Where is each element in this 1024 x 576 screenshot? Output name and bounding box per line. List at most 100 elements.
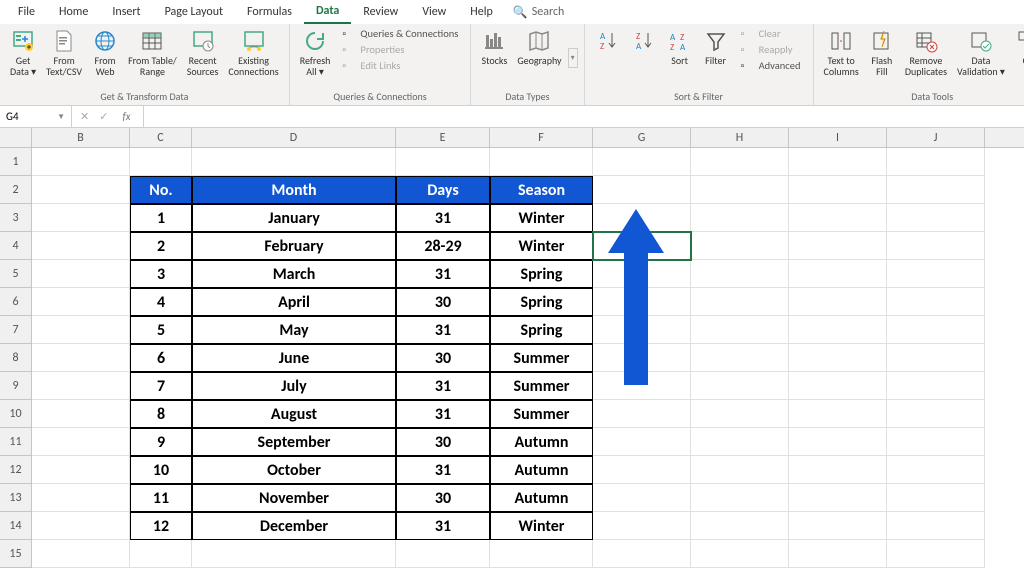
stocks-button[interactable]: Stocks bbox=[477, 26, 511, 68]
cell-J11[interactable] bbox=[887, 428, 985, 456]
cell-H8[interactable] bbox=[691, 344, 789, 372]
cell-J10[interactable] bbox=[887, 400, 985, 428]
table-cell[interactable]: January bbox=[192, 204, 396, 232]
from-web-button[interactable]: From Web bbox=[88, 26, 122, 79]
table-cell[interactable]: March bbox=[192, 260, 396, 288]
table-cell[interactable]: 31 bbox=[396, 204, 490, 232]
geography-button[interactable]: Geography bbox=[513, 26, 565, 68]
cell-B11[interactable] bbox=[32, 428, 130, 456]
menu-formulas[interactable]: Formulas bbox=[235, 1, 304, 23]
cell-H5[interactable] bbox=[691, 260, 789, 288]
table-cell[interactable]: 28-29 bbox=[396, 232, 490, 260]
cell-B13[interactable] bbox=[32, 484, 130, 512]
table-cell[interactable]: 10 bbox=[130, 456, 192, 484]
cell-C15[interactable] bbox=[130, 540, 192, 568]
table-header-season[interactable]: Season bbox=[490, 176, 593, 204]
table-cell[interactable]: October bbox=[192, 456, 396, 484]
table-cell[interactable]: 30 bbox=[396, 344, 490, 372]
cell-I9[interactable] bbox=[789, 372, 887, 400]
cell-G14[interactable] bbox=[593, 512, 691, 540]
menu-file[interactable]: File bbox=[6, 1, 47, 23]
table-cell[interactable]: June bbox=[192, 344, 396, 372]
table-cell[interactable]: 31 bbox=[396, 400, 490, 428]
from-table-range-button[interactable]: From Table/ Range bbox=[124, 26, 181, 79]
cell-J6[interactable] bbox=[887, 288, 985, 316]
table-cell[interactable]: 3 bbox=[130, 260, 192, 288]
cell-B12[interactable] bbox=[32, 456, 130, 484]
table-cell[interactable]: 7 bbox=[130, 372, 192, 400]
menu-page-layout[interactable]: Page Layout bbox=[153, 1, 235, 23]
row-header-6[interactable]: 6 bbox=[0, 288, 32, 316]
cell-J4[interactable] bbox=[887, 232, 985, 260]
cell-H4[interactable] bbox=[691, 232, 789, 260]
cell-B2[interactable] bbox=[32, 176, 130, 204]
table-cell[interactable]: Winter bbox=[490, 512, 593, 540]
row-header-9[interactable]: 9 bbox=[0, 372, 32, 400]
flash-fill-button[interactable]: Flash Fill bbox=[865, 26, 899, 79]
from-text-csv-button[interactable]: From Text/CSV bbox=[42, 26, 86, 79]
row-header-15[interactable]: 15 bbox=[0, 540, 32, 568]
cell-D15[interactable] bbox=[192, 540, 396, 568]
table-cell[interactable]: 9 bbox=[130, 428, 192, 456]
cell-E15[interactable] bbox=[396, 540, 490, 568]
cell-G12[interactable] bbox=[593, 456, 691, 484]
get-data-button[interactable]: Get Data ▾ bbox=[6, 26, 40, 79]
table-cell[interactable]: April bbox=[192, 288, 396, 316]
fx-label[interactable]: fx bbox=[118, 110, 134, 123]
cell-I4[interactable] bbox=[789, 232, 887, 260]
cell-H9[interactable] bbox=[691, 372, 789, 400]
row-header-14[interactable]: 14 bbox=[0, 512, 32, 540]
cell-I1[interactable] bbox=[789, 148, 887, 176]
cell-H11[interactable] bbox=[691, 428, 789, 456]
table-cell[interactable]: December bbox=[192, 512, 396, 540]
sort-button[interactable]: AZZASort bbox=[663, 26, 697, 68]
table-cell[interactable]: 31 bbox=[396, 512, 490, 540]
cell-I15[interactable] bbox=[789, 540, 887, 568]
table-cell[interactable]: 30 bbox=[396, 428, 490, 456]
cell-I3[interactable] bbox=[789, 204, 887, 232]
table-cell[interactable]: September bbox=[192, 428, 396, 456]
cell-G15[interactable] bbox=[593, 540, 691, 568]
table-cell[interactable]: 5 bbox=[130, 316, 192, 344]
cell-B14[interactable] bbox=[32, 512, 130, 540]
text-to-columns-button[interactable]: Text to Columns bbox=[820, 26, 863, 79]
cell-G2[interactable] bbox=[593, 176, 691, 204]
cell-B3[interactable] bbox=[32, 204, 130, 232]
ribbon-item[interactable]: ▫Queries & Connections bbox=[340, 26, 460, 41]
column-header-C[interactable]: C bbox=[130, 128, 192, 147]
cell-I11[interactable] bbox=[789, 428, 887, 456]
menu-view[interactable]: View bbox=[410, 1, 458, 23]
row-header-5[interactable]: 5 bbox=[0, 260, 32, 288]
cell-B4[interactable] bbox=[32, 232, 130, 260]
cell-B5[interactable] bbox=[32, 260, 130, 288]
table-cell[interactable]: Summer bbox=[490, 400, 593, 428]
sort-az-button[interactable]: AZ bbox=[591, 26, 625, 56]
sort-za-button[interactable]: ZA bbox=[627, 26, 661, 56]
cell-I14[interactable] bbox=[789, 512, 887, 540]
row-header-4[interactable]: 4 bbox=[0, 232, 32, 260]
remove-duplicates-button[interactable]: Remove Duplicates bbox=[901, 26, 951, 79]
table-cell[interactable]: Summer bbox=[490, 344, 593, 372]
cell-B6[interactable] bbox=[32, 288, 130, 316]
table-cell[interactable]: Spring bbox=[490, 316, 593, 344]
overflow-button[interactable]: ▾ bbox=[568, 48, 578, 68]
table-cell[interactable]: November bbox=[192, 484, 396, 512]
table-cell[interactable]: Winter bbox=[490, 204, 593, 232]
table-cell[interactable]: 31 bbox=[396, 372, 490, 400]
row-header-13[interactable]: 13 bbox=[0, 484, 32, 512]
cell-B1[interactable] bbox=[32, 148, 130, 176]
table-cell[interactable]: Spring bbox=[490, 288, 593, 316]
cell-H3[interactable] bbox=[691, 204, 789, 232]
cell-E1[interactable] bbox=[396, 148, 490, 176]
search-label[interactable]: Search bbox=[532, 5, 565, 19]
chevron-down-icon[interactable]: ▼ bbox=[57, 112, 65, 122]
menu-help[interactable]: Help bbox=[458, 1, 505, 23]
existing-connections-button[interactable]: Existing Connections bbox=[224, 26, 282, 79]
cell-I5[interactable] bbox=[789, 260, 887, 288]
table-cell[interactable]: 31 bbox=[396, 316, 490, 344]
cell-B8[interactable] bbox=[32, 344, 130, 372]
cell-H6[interactable] bbox=[691, 288, 789, 316]
cell-H7[interactable] bbox=[691, 316, 789, 344]
cell-B10[interactable] bbox=[32, 400, 130, 428]
column-header-F[interactable]: F bbox=[490, 128, 593, 147]
